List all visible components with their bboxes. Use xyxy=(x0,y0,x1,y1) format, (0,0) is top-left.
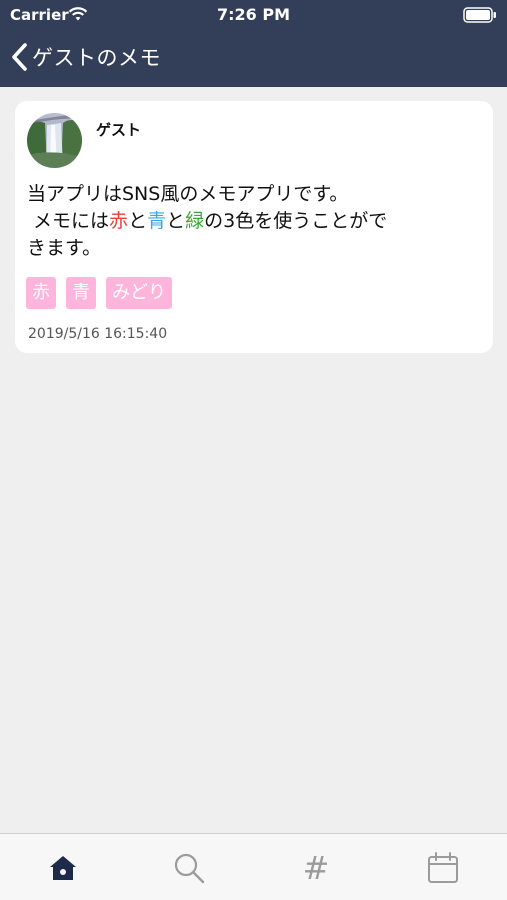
battery-icon xyxy=(463,7,496,23)
app-header: Carrier 7:26 PM ゲストのメモ xyxy=(0,0,507,87)
memo-card[interactable]: ゲスト 当アプリはSNS風のメモアプリです。 メモには赤と青と緑の3色を使うこと… xyxy=(15,101,493,353)
back-button[interactable]: ゲストのメモ xyxy=(10,41,161,73)
status-time: 7:26 PM xyxy=(216,5,290,24)
chevron-left-icon xyxy=(12,43,27,71)
red-word: 赤 xyxy=(109,210,129,232)
memo-text-segment: メモには xyxy=(27,210,110,232)
memo-timestamp: 2019/5/16 16:15:40 xyxy=(28,326,168,342)
memo-text-segment: の3色を使うことがで xyxy=(204,210,388,232)
memo-line: きます。 xyxy=(27,235,467,262)
tab-home[interactable] xyxy=(0,834,126,900)
navigation-bar: ゲストのメモ xyxy=(0,35,507,79)
hashtag-icon: # xyxy=(302,848,330,887)
tag-blue[interactable]: 青 xyxy=(66,277,96,309)
search-icon xyxy=(174,853,205,883)
tab-hashtag[interactable]: # xyxy=(253,834,379,900)
green-word: 緑 xyxy=(185,210,205,232)
memo-line: 当アプリはSNS風のメモアプリです。 xyxy=(27,181,467,208)
memo-line: メモには赤と青と緑の3色を使うことがで xyxy=(27,208,467,235)
memo-text-segment: 当アプリはSNS風のメモアプリです。 xyxy=(27,183,349,205)
avatar[interactable] xyxy=(27,113,82,168)
waterfall-photo-icon xyxy=(27,113,82,168)
tag-green[interactable]: みどり xyxy=(106,277,172,309)
page-title: ゲストのメモ xyxy=(32,46,161,70)
tag-list: 赤 青 みどり xyxy=(26,277,172,309)
tab-calendar[interactable] xyxy=(380,834,506,900)
tag-red[interactable]: 赤 xyxy=(26,277,56,309)
memo-text-segment: と xyxy=(128,210,148,232)
status-bar: Carrier 7:26 PM xyxy=(0,0,507,30)
blue-word: 青 xyxy=(147,210,167,232)
author-name: ゲスト xyxy=(96,121,142,139)
memo-text-segment: きます。 xyxy=(27,237,102,259)
memo-body: 当アプリはSNS風のメモアプリです。 メモには赤と青と緑の3色を使うことがで き… xyxy=(27,181,467,262)
tab-search[interactable] xyxy=(126,834,252,900)
tab-bar: # xyxy=(0,833,507,900)
memo-text-segment: と xyxy=(166,210,186,232)
calendar-icon xyxy=(428,851,458,883)
home-icon xyxy=(50,855,76,880)
